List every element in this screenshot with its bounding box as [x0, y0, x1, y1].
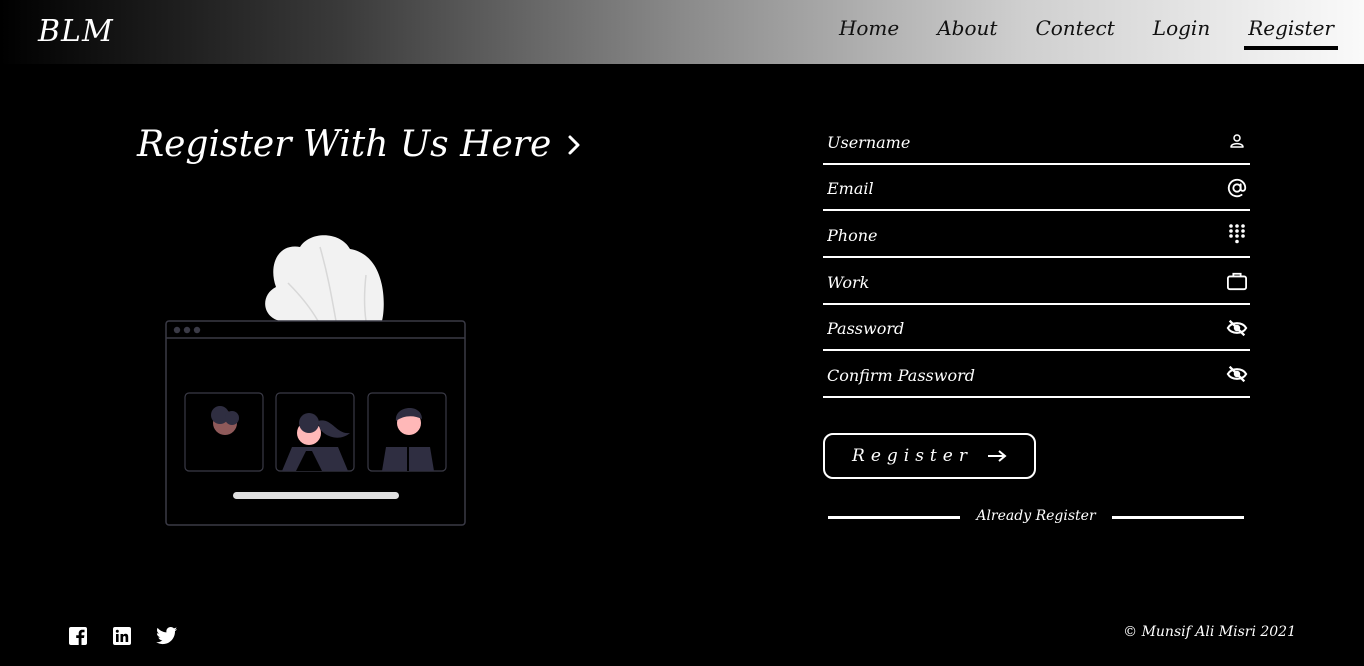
facebook-icon[interactable]	[68, 626, 88, 646]
linkedin-icon[interactable]	[112, 626, 132, 646]
copyright-text: © Munsif Ali Misri 2021	[1123, 624, 1296, 640]
nav-login[interactable]: Login	[1149, 14, 1214, 48]
work-field	[823, 258, 1250, 305]
chevron-right-icon	[567, 124, 581, 165]
work-input[interactable]	[823, 266, 1209, 299]
social-links	[68, 626, 200, 646]
eye-off-icon[interactable]	[1226, 317, 1248, 339]
confirm-password-input[interactable]	[823, 359, 1209, 392]
username-input[interactable]	[823, 126, 1209, 158]
main-nav: Home About Contect Login Register	[805, 14, 1338, 50]
nav-home[interactable]: Home	[835, 14, 903, 48]
nav-register[interactable]: Register	[1244, 14, 1338, 50]
username-field	[823, 118, 1250, 165]
nav-contact[interactable]: Contect	[1031, 14, 1118, 48]
phone-input[interactable]	[823, 219, 1209, 252]
register-button[interactable]: Register	[823, 433, 1036, 479]
confirm-password-field	[823, 351, 1250, 399]
eye-off-icon[interactable]	[1226, 363, 1248, 385]
email-input[interactable]	[823, 172, 1209, 205]
password-input[interactable]	[823, 312, 1209, 345]
briefcase-icon	[1226, 270, 1248, 292]
user-icon	[1226, 130, 1248, 152]
top-navbar: BLM Home About Contect Login Register	[0, 0, 1364, 64]
nav-about[interactable]: About	[933, 14, 1001, 48]
arrow-right-icon	[987, 450, 1007, 462]
phone-field	[823, 211, 1250, 259]
password-field	[823, 305, 1250, 352]
already-registered-divider: Already Register	[828, 506, 1244, 530]
page-title-text: Register With Us Here	[137, 124, 552, 165]
register-form	[823, 118, 1250, 399]
dialpad-icon	[1226, 223, 1248, 245]
brand-logo[interactable]: BLM	[38, 14, 114, 49]
email-field	[823, 165, 1250, 212]
divider-line-right	[1112, 516, 1244, 519]
team-illustration	[160, 225, 480, 539]
page-title: Register With Us Here	[137, 124, 581, 165]
leaf-graphic	[265, 235, 384, 322]
register-button-label: Register	[852, 446, 973, 466]
at-sign-icon	[1226, 177, 1248, 199]
twitter-icon[interactable]	[156, 626, 178, 646]
